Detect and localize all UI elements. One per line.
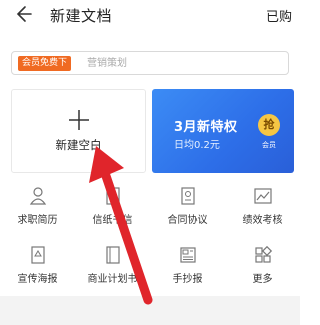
plus-icon — [69, 110, 89, 130]
person-icon — [29, 187, 47, 205]
member-free-badge[interactable]: 会员免费下 — [18, 56, 72, 71]
template-label: 合同协议 — [167, 215, 208, 226]
template-resume[interactable]: 求职简历 — [0, 186, 75, 226]
search-placeholder: 营销策划 — [87, 58, 127, 69]
book-icon — [106, 246, 120, 264]
search-input[interactable]: 会员免费下 营销策划 — [11, 51, 289, 75]
back-arrow-icon[interactable] — [11, 3, 33, 25]
new-blank-card[interactable]: 新建空白 — [11, 89, 146, 173]
template-label: 更多 — [252, 274, 273, 285]
template-business-plan[interactable]: 商业计划书 — [75, 245, 150, 285]
membership-banner[interactable]: 3月新特权 日均0.2元 抢 会员 — [152, 89, 294, 173]
template-letter[interactable]: 信纸书信 — [75, 186, 150, 226]
template-poster[interactable]: 宣传海报 — [0, 245, 75, 285]
bottom-divider — [0, 296, 300, 325]
template-contract[interactable]: 合同协议 — [150, 186, 225, 226]
template-performance[interactable]: 绩效考核 — [225, 186, 300, 226]
member-label: 会员 — [262, 141, 276, 149]
template-label: 宣传海报 — [17, 274, 58, 285]
grid-icon — [255, 245, 273, 263]
page-title: 新建文档 — [50, 7, 113, 25]
newspaper-icon — [180, 247, 196, 263]
top-bar: 新建文档 已购 — [0, 0, 300, 30]
template-label: 商业计划书 — [87, 274, 138, 285]
banner-subtitle: 日均0.2元 — [174, 140, 220, 151]
letter-icon — [106, 187, 120, 205]
poster-icon — [31, 246, 45, 264]
template-label: 信纸书信 — [92, 215, 133, 226]
template-handwritten-paper[interactable]: 手抄报 — [150, 245, 225, 285]
purchased-link[interactable]: 已购 — [266, 6, 292, 25]
contract-icon — [181, 187, 195, 205]
template-label: 绩效考核 — [242, 215, 283, 226]
template-more[interactable]: 更多 — [225, 245, 300, 285]
grab-badge[interactable]: 抢 — [258, 114, 280, 136]
template-label: 手抄报 — [172, 274, 203, 285]
chart-icon — [254, 188, 272, 204]
template-label: 求职简历 — [17, 215, 58, 226]
new-blank-label: 新建空白 — [55, 138, 102, 152]
banner-title: 3月新特权 — [174, 120, 238, 135]
